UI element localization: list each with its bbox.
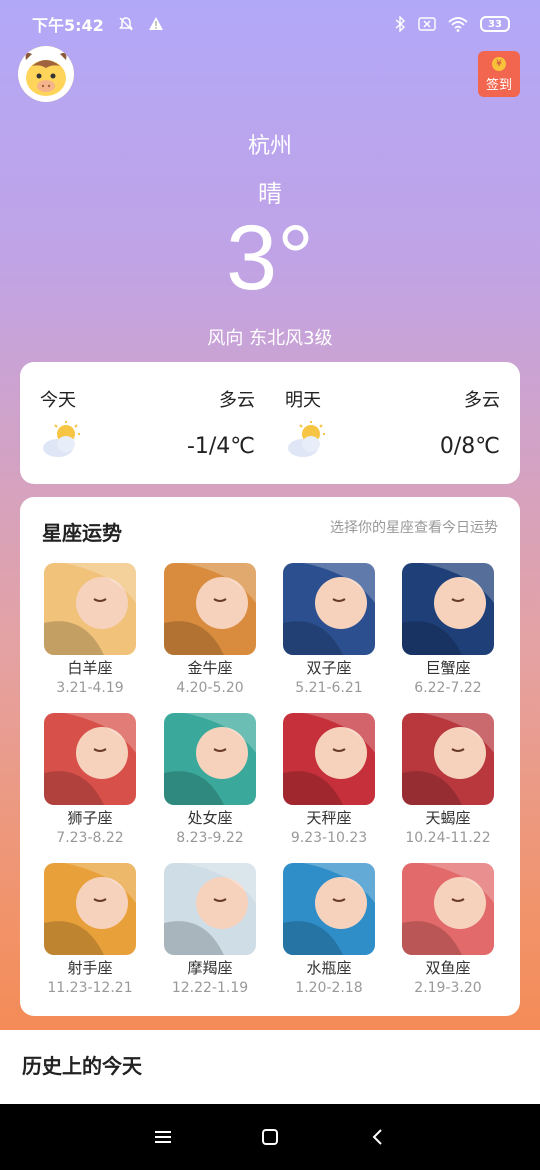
back-button[interactable] <box>357 1117 397 1157</box>
history-section[interactable]: 历史上的今天 <box>0 1030 540 1104</box>
partly-cloudy-icon <box>43 421 80 457</box>
weather-condition: 晴 <box>258 180 282 208</box>
zodiac-illustration-icon <box>283 563 375 655</box>
zodiac-illustration-icon <box>44 563 136 655</box>
city-name: 杭州 <box>247 134 292 159</box>
zodiac-dates: 1.20-2.18 <box>295 980 363 996</box>
zodiac-name: 双子座 <box>306 659 352 677</box>
menu-icon <box>155 1131 172 1143</box>
zodiac-dates: 10.24-11.22 <box>405 830 491 846</box>
wifi-icon <box>448 16 468 32</box>
zodiac-item[interactable]: 白羊座 3.21-4.19 <box>44 563 136 698</box>
no-sim-icon <box>418 17 436 31</box>
coin-icon: ¥ <box>492 57 506 71</box>
zodiac-dates: 11.23-12.21 <box>47 980 133 996</box>
zodiac-illustration-icon <box>44 713 136 805</box>
back-arrow-icon <box>372 1129 382 1145</box>
zodiac-name: 白羊座 <box>67 659 113 677</box>
zodiac-name: 天蝎座 <box>425 809 471 827</box>
forecast-temp-range: 0/8℃ <box>439 434 500 459</box>
zodiac-dates: 6.22-7.22 <box>414 680 482 696</box>
current-temperature: 3° <box>226 207 314 309</box>
mute-bell-icon <box>118 16 134 32</box>
zodiac-item[interactable]: 水瓶座 1.20-2.18 <box>283 863 375 998</box>
zodiac-illustration-icon <box>164 563 256 655</box>
forecast-temp-range: -1/4℃ <box>186 434 255 459</box>
zodiac-name: 巨蟹座 <box>425 659 471 677</box>
zodiac-dates: 7.23-8.22 <box>56 830 124 846</box>
zodiac-hint: 选择你的星座查看今日运势 <box>330 520 498 536</box>
zodiac-item[interactable]: 射手座 11.23-12.21 <box>44 863 136 998</box>
partly-cloudy-icon <box>288 421 325 457</box>
zodiac-name: 摩羯座 <box>187 959 233 977</box>
zodiac-name: 双鱼座 <box>425 959 471 977</box>
zodiac-item[interactable]: 狮子座 7.23-8.22 <box>44 713 136 848</box>
history-title: 历史上的今天 <box>22 1054 142 1078</box>
zodiac-illustration-icon <box>402 563 494 655</box>
status-bar: 下午5:42 33 <box>0 0 540 48</box>
forecast-day: 明天 <box>285 390 321 411</box>
zodiac-item[interactable]: 天秤座 9.23-10.23 <box>283 713 375 848</box>
zodiac-name: 水瓶座 <box>306 959 352 977</box>
zodiac-item[interactable]: 双子座 5.21-6.21 <box>283 563 375 698</box>
zodiac-illustration-icon <box>164 713 256 805</box>
warning-icon <box>148 16 164 32</box>
checkin-button[interactable]: ¥ 签到 <box>478 51 520 97</box>
zodiac-illustration-icon <box>402 863 494 955</box>
zodiac-name: 狮子座 <box>67 809 113 827</box>
zodiac-name: 射手座 <box>67 959 113 977</box>
bluetooth-icon <box>394 16 406 32</box>
zodiac-dates: 5.21-6.21 <box>295 680 363 696</box>
menu-button[interactable] <box>143 1117 183 1157</box>
zodiac-card: 星座运势 选择你的星座查看今日运势 白羊座 3.21-4.19 金牛座 4.20-5.… <box>20 497 520 1016</box>
zodiac-name: 天秤座 <box>306 809 352 827</box>
system-nav-bar <box>0 1104 540 1170</box>
zodiac-illustration-icon <box>164 863 256 955</box>
zodiac-dates: 3.21-4.19 <box>56 680 124 696</box>
zodiac-illustration-icon <box>44 863 136 955</box>
zodiac-illustration-icon <box>283 713 375 805</box>
zodiac-dates: 4.20-5.20 <box>176 680 244 696</box>
forecast-condition: 多云 <box>219 390 255 411</box>
zodiac-item[interactable]: 金牛座 4.20-5.20 <box>164 563 256 698</box>
home-button[interactable] <box>250 1117 290 1157</box>
zodiac-dates: 9.23-10.23 <box>290 830 368 846</box>
zodiac-illustration-icon <box>283 863 375 955</box>
zodiac-item[interactable]: 摩羯座 12.22-1.19 <box>164 863 256 998</box>
avatar[interactable] <box>18 46 74 102</box>
zodiac-item[interactable]: 双鱼座 2.19-3.20 <box>402 863 494 998</box>
zodiac-item[interactable]: 天蝎座 10.24-11.22 <box>402 713 494 848</box>
wind-info: 风向 东北风3级 <box>207 328 333 349</box>
zodiac-item[interactable]: 巨蟹座 6.22-7.22 <box>402 563 494 698</box>
forecast-day: 今天 <box>40 390 76 411</box>
zodiac-name: 金牛座 <box>187 659 233 677</box>
zodiac-name: 处女座 <box>187 809 233 827</box>
forecast-condition: 多云 <box>464 390 500 411</box>
status-time: 下午5:42 <box>32 16 104 35</box>
zodiac-item[interactable]: 处女座 8.23-9.22 <box>164 713 256 848</box>
zodiac-title: 星座运势 <box>42 521 122 545</box>
forecast-today: 今天 多云 -1/4℃ <box>40 362 255 484</box>
battery-indicator: 33 <box>480 16 510 32</box>
home-square-icon <box>261 1129 278 1145</box>
zodiac-dates: 2.19-3.20 <box>414 980 482 996</box>
forecast-tomorrow: 明天 多云 0/8℃ <box>285 362 500 484</box>
ox-mascot-icon <box>18 46 74 102</box>
zodiac-dates: 8.23-9.22 <box>176 830 244 846</box>
forecast-card[interactable]: 今天 多云 -1/4℃ 明天 多云 0/8℃ <box>20 362 520 484</box>
zodiac-dates: 12.22-1.19 <box>171 980 249 996</box>
checkin-label: 签到 <box>485 78 512 93</box>
zodiac-illustration-icon <box>402 713 494 805</box>
